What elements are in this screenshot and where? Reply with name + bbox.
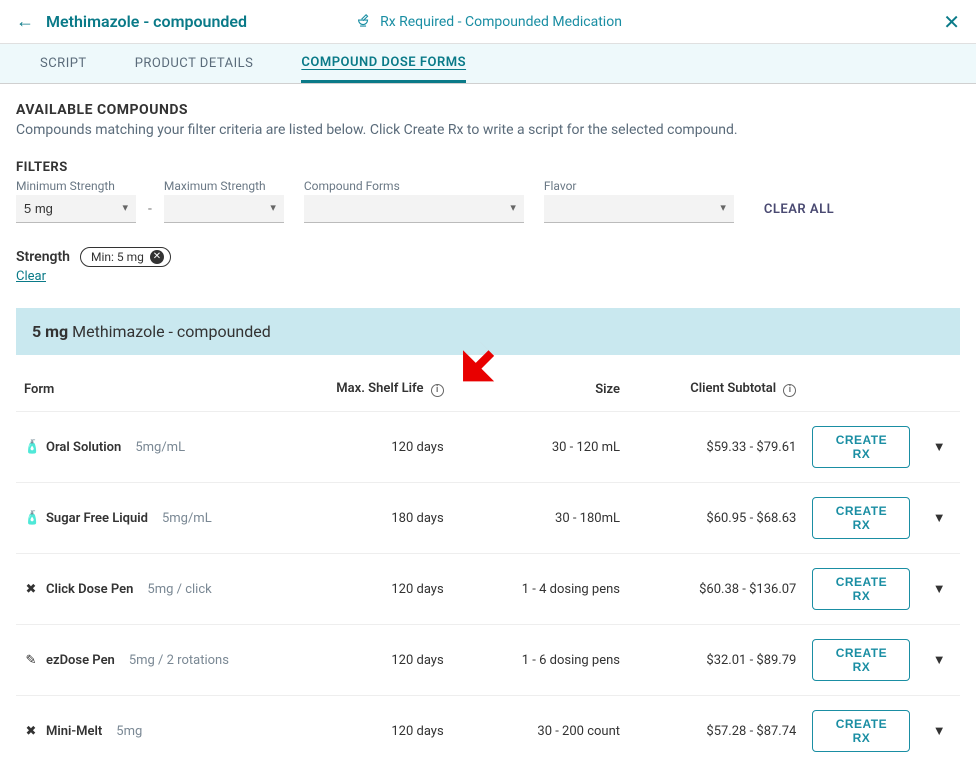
create-rx-button[interactable]: CREATE RX (812, 710, 910, 752)
form-icon: 🧴 (24, 511, 38, 526)
chip-text: Min: 5 mg (91, 250, 144, 264)
shelf-life-cell: 180 days (306, 483, 451, 554)
filters-title: FILTERS (16, 160, 960, 175)
tab-product-details[interactable]: PRODUCT DETAILS (135, 46, 254, 81)
create-rx-button[interactable]: CREATE RX (812, 639, 910, 681)
col-shelf: Max. Shelf Life i (306, 371, 451, 412)
size-cell: 30 - 200 count (452, 696, 628, 766)
clear-link[interactable]: Clear (16, 269, 46, 284)
create-rx-button[interactable]: CREATE RX (812, 497, 910, 539)
subtotal-cell: $57.28 - $87.74 (628, 696, 804, 766)
shelf-life-cell: 120 days (306, 554, 451, 625)
close-icon[interactable]: ✕ (943, 10, 960, 34)
expand-row-icon[interactable]: ▼ (918, 696, 960, 766)
expand-row-icon[interactable]: ▼ (918, 625, 960, 696)
min-strength-label: Minimum Strength (16, 179, 136, 193)
filter-row: Minimum Strength - Maximum Strength Comp… (16, 179, 960, 223)
subtotal-cell: $32.01 - $89.79 (628, 625, 804, 696)
tab-script[interactable]: SCRIPT (40, 46, 87, 81)
clear-all-button[interactable]: CLEAR ALL (764, 202, 834, 223)
back-arrow-icon[interactable]: ← (16, 11, 34, 32)
shelf-info-icon[interactable]: i (431, 384, 444, 397)
create-rx-button[interactable]: CREATE RX (812, 426, 910, 468)
form-name: ezDose Pen (46, 653, 115, 668)
strength-chip-label: Strength (16, 249, 70, 265)
table-row: 🧴 Sugar Free Liquid 5mg/mL 180 days 30 -… (16, 483, 960, 554)
tab-compound-dose-forms[interactable]: COMPOUND DOSE FORMS (301, 45, 466, 83)
form-dose: 5mg (116, 724, 142, 739)
expand-row-icon[interactable]: ▼ (918, 412, 960, 483)
size-cell: 30 - 180mL (452, 483, 628, 554)
form-name: Sugar Free Liquid (46, 511, 148, 526)
max-strength-label: Maximum Strength (164, 179, 284, 193)
available-compounds-subtitle: Compounds matching your filter criteria … (16, 122, 960, 138)
table-row: ✖ Mini-Melt 5mg 120 days 30 - 200 count … (16, 696, 960, 766)
table-row: ✎ ezDose Pen 5mg / 2 rotations 120 days … (16, 625, 960, 696)
rx-required-text: Rx Required - Compounded Medication (380, 14, 622, 30)
subtotal-cell: $60.95 - $68.63 (628, 483, 804, 554)
form-dose: 5mg/mL (135, 440, 185, 455)
form-icon: ✎ (24, 653, 38, 668)
top-bar: ← Methimazole - compounded Rx Required -… (0, 0, 976, 44)
strength-dash: - (148, 201, 152, 223)
size-cell: 1 - 4 dosing pens (452, 554, 628, 625)
col-subtotal-text: Client Subtotal (690, 381, 776, 396)
col-size: Size (452, 371, 628, 412)
dose-forms-table: Form Max. Shelf Life i Size Client Subto… (16, 371, 960, 766)
col-shelf-text: Max. Shelf Life (336, 381, 423, 396)
form-name: Click Dose Pen (46, 582, 133, 597)
subtotal-cell: $60.38 - $136.07 (628, 554, 804, 625)
size-cell: 1 - 6 dosing pens (452, 625, 628, 696)
form-icon: 🧴 (24, 440, 38, 455)
col-subtotal: Client Subtotal i (628, 371, 804, 412)
rx-required-label: Rx Required - Compounded Medication (354, 11, 622, 33)
min-strength-chip[interactable]: Min: 5 mg ✕ (80, 247, 171, 267)
table-row: 🧴 Oral Solution 5mg/mL 120 days 30 - 120… (16, 412, 960, 483)
form-name: Oral Solution (46, 440, 121, 455)
active-filters-row: Strength Min: 5 mg ✕ (16, 247, 960, 267)
shelf-life-cell: 120 days (306, 412, 451, 483)
col-form: Form (16, 371, 306, 412)
table-header-row: Form Max. Shelf Life i Size Client Subto… (16, 371, 960, 412)
shelf-life-cell: 120 days (306, 696, 451, 766)
expand-row-icon[interactable]: ▼ (918, 483, 960, 554)
flavor-select[interactable] (544, 195, 734, 223)
subtotal-info-icon[interactable]: i (783, 384, 796, 397)
form-dose: 5mg / click (147, 582, 211, 597)
compound-forms-label: Compound Forms (304, 179, 524, 193)
mortar-pestle-icon (354, 11, 372, 33)
form-name: Mini-Melt (46, 724, 102, 739)
create-rx-button[interactable]: CREATE RX (812, 568, 910, 610)
main-content: AVAILABLE COMPOUNDS Compounds matching y… (0, 84, 976, 766)
form-icon: ✖ (24, 582, 38, 597)
min-strength-select[interactable] (16, 195, 136, 223)
compound-strength: 5 mg (32, 322, 68, 341)
form-dose: 5mg / 2 rotations (129, 653, 229, 668)
subtotal-cell: $59.33 - $79.61 (628, 412, 804, 483)
compound-name: Methimazole - compounded (72, 322, 271, 341)
compound-forms-select[interactable] (304, 195, 524, 223)
max-strength-select[interactable] (164, 195, 284, 223)
chip-remove-icon[interactable]: ✕ (150, 250, 164, 264)
table-row: ✖ Click Dose Pen 5mg / click 120 days 1 … (16, 554, 960, 625)
size-cell: 30 - 120 mL (452, 412, 628, 483)
page-title: Methimazole - compounded (46, 12, 247, 31)
expand-row-icon[interactable]: ▼ (918, 554, 960, 625)
form-dose: 5mg/mL (162, 511, 212, 526)
compound-header-band: 5 mg Methimazole - compounded (16, 308, 960, 355)
available-compounds-title: AVAILABLE COMPOUNDS (16, 102, 960, 118)
flavor-label: Flavor (544, 179, 734, 193)
tab-bar: SCRIPT PRODUCT DETAILS COMPOUND DOSE FOR… (0, 44, 976, 84)
form-icon: ✖ (24, 724, 38, 739)
shelf-life-cell: 120 days (306, 625, 451, 696)
